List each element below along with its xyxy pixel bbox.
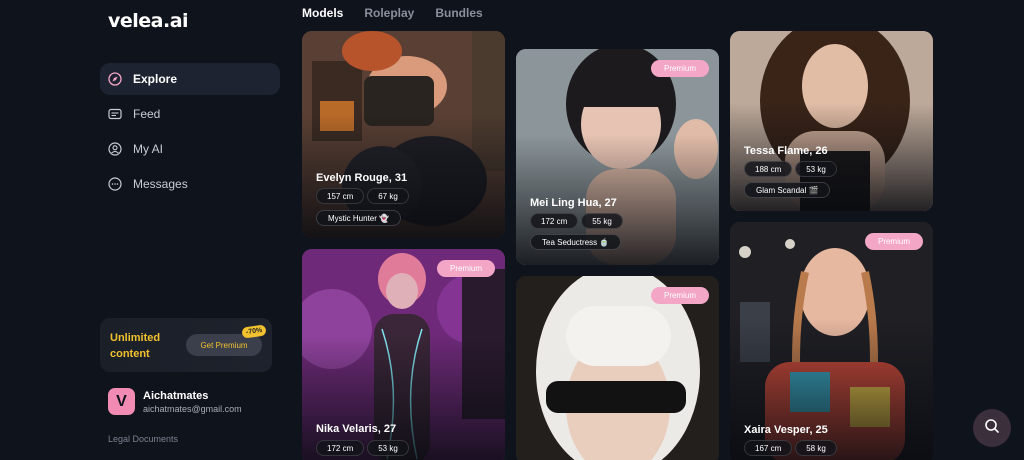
weight-chip: 55 kg (581, 213, 623, 229)
model-card[interactable]: Premium Nika Velaris, 27 172 cm 53 kg (302, 249, 505, 460)
feed-icon (108, 107, 122, 121)
model-card[interactable]: Premium (516, 276, 719, 460)
nav-label: Explore (133, 72, 178, 86)
user-info: Aichatmates aichatmates@gmail.com (143, 390, 242, 414)
height-chip: 167 cm (744, 440, 793, 456)
discount-badge: -70% (241, 324, 267, 339)
avatar: V (108, 388, 135, 415)
weight-chip: 67 kg (367, 188, 409, 204)
premium-promo: Unlimited content Get Premium -70% (100, 318, 272, 372)
sidebar-nav: Explore Feed My AI Messages (100, 63, 280, 203)
category-tabs: Models Roleplay Bundles (302, 6, 504, 24)
height-chip: 157 cm (316, 188, 365, 204)
user-profile[interactable]: V Aichatmates aichatmates@gmail.com (108, 388, 242, 415)
model-name: Xaira Vesper, 25 (744, 424, 828, 436)
height-chip: 172 cm (530, 213, 579, 229)
card-gradient (730, 318, 933, 460)
model-card[interactable]: Tessa Flame, 26 188 cm 53 kg Glam Scanda… (730, 31, 933, 211)
premium-badge: Premium (650, 287, 709, 304)
user-name: Aichatmates (143, 389, 209, 402)
model-stats: 172 cm 55 kg (530, 213, 626, 229)
user-email: aichatmates@gmail.com (143, 403, 242, 414)
model-grid: Evelyn Rouge, 31 157 cm 67 kg Mystic Hun… (290, 28, 950, 460)
tab-models[interactable]: Models (302, 6, 343, 24)
nav-label: Messages (133, 177, 188, 191)
height-chip: 188 cm (744, 161, 793, 177)
premium-badge: Premium (650, 60, 709, 77)
model-card[interactable]: Premium Mei Ling Hua, 27 172 cm 55 kg Te… (516, 49, 719, 265)
nav-label: My AI (133, 142, 164, 156)
app-root: velea.ai Explore Feed My AI Messages Unl… (0, 0, 1024, 460)
weight-chip: 53 kg (367, 440, 409, 456)
nav-item-explore[interactable]: Explore (100, 63, 280, 95)
premium-badge: Premium (436, 260, 495, 277)
nav-item-my-ai[interactable]: My AI (100, 133, 280, 165)
premium-badge: Premium (864, 233, 923, 250)
model-name: Tessa Flame, 26 (744, 145, 828, 157)
search-button[interactable] (973, 409, 1011, 447)
chat-bubble-icon (108, 177, 122, 191)
promo-text: Unlimited content (110, 332, 161, 360)
brand-logo[interactable]: velea.ai (108, 10, 189, 32)
model-tag: Glam Scandal 🎬 (744, 182, 831, 198)
tab-bundles[interactable]: Bundles (435, 6, 482, 24)
model-stats: 188 cm 53 kg (744, 161, 840, 177)
sidebar: velea.ai Explore Feed My AI Messages Unl… (0, 0, 290, 460)
tab-roleplay[interactable]: Roleplay (364, 6, 414, 24)
model-name: Nika Velaris, 27 (316, 423, 397, 435)
compass-icon (108, 72, 122, 86)
model-card[interactable]: Premium Xaira Vesper, 25 167 cm 58 kg (730, 222, 933, 460)
weight-chip: 58 kg (795, 440, 837, 456)
nav-item-messages[interactable]: Messages (100, 168, 280, 200)
nav-label: Feed (133, 107, 161, 121)
model-stats: 157 cm 67 kg (316, 188, 412, 204)
model-stats: 167 cm 58 kg (744, 440, 840, 456)
model-tag: Mystic Hunter 👻 (316, 210, 402, 226)
model-name: Evelyn Rouge, 31 (316, 172, 408, 184)
legal-documents-link[interactable]: Legal Documents (108, 434, 178, 444)
search-icon (984, 418, 1000, 439)
model-name: Mei Ling Hua, 27 (530, 197, 617, 209)
model-card[interactable]: Evelyn Rouge, 31 157 cm 67 kg Mystic Hun… (302, 31, 505, 238)
user-circle-icon (108, 142, 122, 156)
nav-item-feed[interactable]: Feed (100, 98, 280, 130)
height-chip: 172 cm (316, 440, 365, 456)
weight-chip: 53 kg (795, 161, 837, 177)
model-stats: 172 cm 53 kg (316, 440, 412, 456)
model-tag: Tea Seductress 🍵 (530, 234, 622, 250)
